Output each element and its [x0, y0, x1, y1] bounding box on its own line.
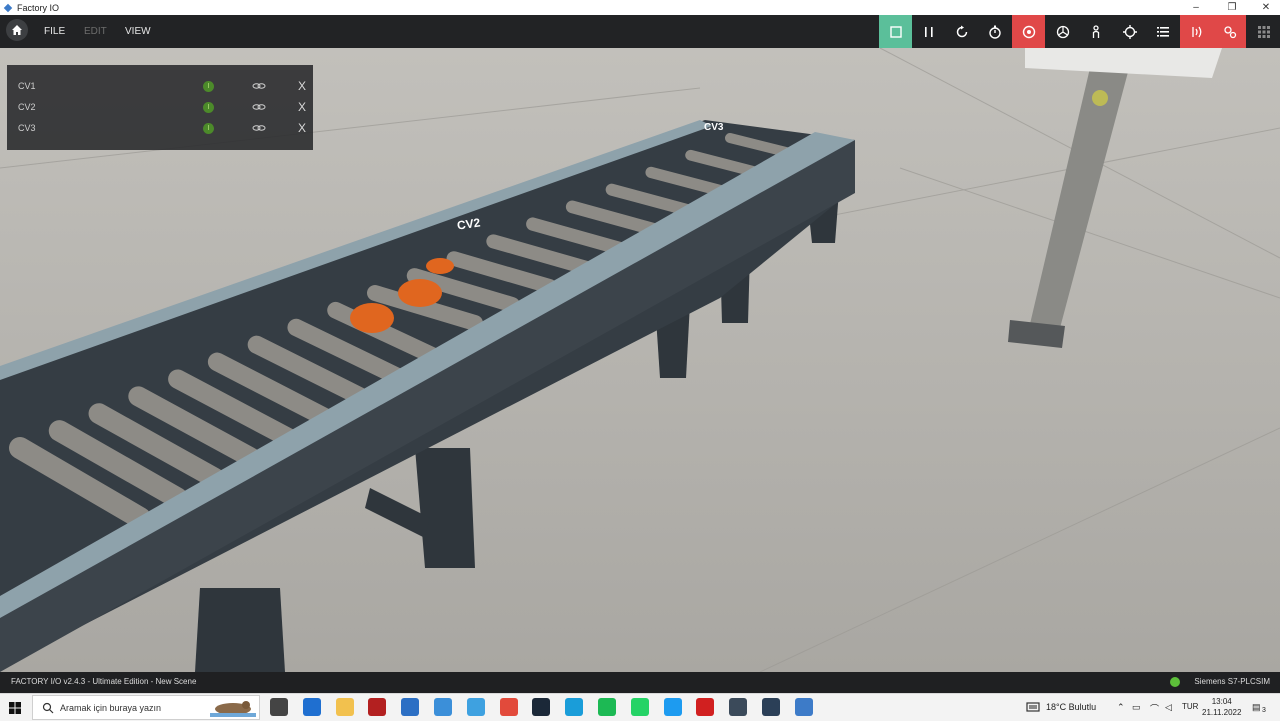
version-text: FACTORY I/O v2.4.3 - Ultimate Edition - …	[11, 677, 197, 686]
crosshair-icon	[1122, 24, 1137, 39]
camera-fly-button[interactable]	[1046, 15, 1079, 48]
window-title: Factory IO	[17, 2, 60, 13]
io-row-cv2[interactable]: CV2 I X	[7, 98, 313, 118]
wifi-icon[interactable]: ⌒	[1150, 702, 1159, 715]
record-icon[interactable]	[696, 698, 715, 716]
weather-icon[interactable]	[1026, 701, 1040, 713]
grid-button[interactable]	[1247, 15, 1280, 48]
plcsim-icon[interactable]	[762, 698, 780, 716]
driver-status-icon	[1170, 677, 1180, 687]
task-view-icon[interactable]	[270, 698, 288, 716]
reset-button[interactable]	[945, 15, 978, 48]
steam-icon[interactable]	[532, 698, 551, 716]
stop-button[interactable]	[879, 15, 912, 48]
io-remove-button[interactable]: X	[298, 100, 306, 114]
camera-orbit-button[interactable]	[1012, 15, 1045, 48]
sensors-icon	[1191, 26, 1201, 37]
conveyor-label-cv3: CV3	[704, 122, 724, 133]
camera-first-person-icon	[1092, 24, 1099, 38]
pause-button[interactable]	[912, 15, 945, 48]
clock[interactable]: 13:04 21.11.2022	[1202, 696, 1241, 718]
link-icon[interactable]	[252, 80, 266, 92]
io-row-name: CV1	[18, 81, 36, 91]
network-icon[interactable]: ▭	[1132, 702, 1141, 713]
spotify-icon[interactable]	[598, 698, 616, 716]
io-row-cv3[interactable]: CV3 I X	[7, 119, 313, 139]
link-icon[interactable]	[252, 122, 266, 134]
windows-start-icon[interactable]	[9, 702, 21, 714]
edge-icon[interactable]	[565, 698, 584, 716]
io-remove-button[interactable]: X	[298, 121, 306, 135]
language-indicator[interactable]: TUR	[1182, 702, 1198, 711]
stop-icon	[889, 25, 902, 38]
list-icon	[1156, 26, 1169, 37]
file-explorer-icon[interactable]	[335, 698, 354, 716]
driver-name[interactable]: Siemens S7-PLCSIM	[1194, 677, 1270, 686]
io-value-indicator[interactable]: I	[203, 81, 214, 92]
tia-portal-icon[interactable]	[729, 698, 748, 716]
home-button[interactable]	[6, 19, 28, 41]
factoryio-logo-icon	[3, 3, 13, 12]
reset-icon	[956, 25, 967, 37]
ie-icon[interactable]	[466, 698, 485, 716]
minimize-button[interactable]: –	[1184, 0, 1208, 15]
app-blue-icon[interactable]	[434, 698, 452, 716]
pause-icon	[924, 26, 933, 37]
status-bar: FACTORY I/O v2.4.3 - Ultimate Edition - …	[0, 672, 1280, 693]
menu-view[interactable]: VIEW	[125, 26, 151, 37]
notification-count: 3	[1262, 707, 1266, 714]
io-remove-button[interactable]: X	[298, 79, 306, 93]
maximize-button[interactable]: ❐	[1220, 0, 1244, 15]
io-row-name: CV2	[18, 102, 36, 112]
io-value-indicator[interactable]: I	[203, 102, 214, 113]
menu-edit[interactable]: EDIT	[84, 26, 107, 37]
io-row-name: CV3	[18, 123, 36, 133]
io-row-cv1[interactable]: CV1 I X	[7, 77, 313, 97]
sensors-button[interactable]	[1180, 15, 1213, 48]
io-panel: CV1 I X CV2 I X CV3 I X	[7, 65, 313, 150]
search-icon	[42, 702, 54, 714]
drivers-icon	[1223, 25, 1236, 38]
menu-file[interactable]: FILE	[44, 26, 65, 37]
search-placeholder: Aramak için buraya yazın	[60, 703, 162, 713]
weather-text[interactable]: 18°C Bulutlu	[1046, 702, 1096, 712]
io-value-indicator[interactable]: I	[203, 123, 214, 134]
crosshair-button[interactable]	[1113, 15, 1146, 48]
chrome-icon[interactable]	[499, 698, 518, 716]
timer-icon	[988, 25, 1001, 39]
timer-button[interactable]	[978, 15, 1011, 48]
home-icon	[12, 25, 22, 35]
link-icon[interactable]	[252, 101, 266, 113]
notification-icon[interactable]: ▤	[1252, 702, 1261, 713]
window-titlebar: Factory IO	[0, 0, 1280, 15]
grid-icon	[1257, 25, 1270, 38]
volume-icon[interactable]: ◁	[1165, 702, 1172, 713]
camera-orbit-icon	[1022, 25, 1035, 38]
windows-taskbar: Aramak için buraya yazın 18°C Bulutlu ⌃ …	[0, 693, 1280, 721]
app-red-icon[interactable]	[368, 698, 387, 716]
whatsapp-icon[interactable]	[630, 698, 649, 716]
clock-time: 13:04	[1211, 697, 1232, 706]
list-button[interactable]	[1146, 15, 1179, 48]
close-button[interactable]: ✕	[1254, 0, 1278, 15]
camera-fly-icon	[1056, 25, 1069, 38]
clock-date: 21.11.2022	[1202, 708, 1242, 717]
mail-icon[interactable]	[401, 698, 420, 716]
drivers-button[interactable]	[1213, 15, 1246, 48]
store-icon[interactable]	[302, 698, 321, 716]
factoryio-icon[interactable]	[794, 698, 813, 716]
app-twitter-icon[interactable]	[663, 698, 682, 716]
tray-chevron-icon[interactable]: ⌃	[1117, 702, 1125, 713]
camera-first-person-button[interactable]	[1079, 15, 1112, 48]
search-highlight-icon[interactable]	[210, 697, 256, 717]
